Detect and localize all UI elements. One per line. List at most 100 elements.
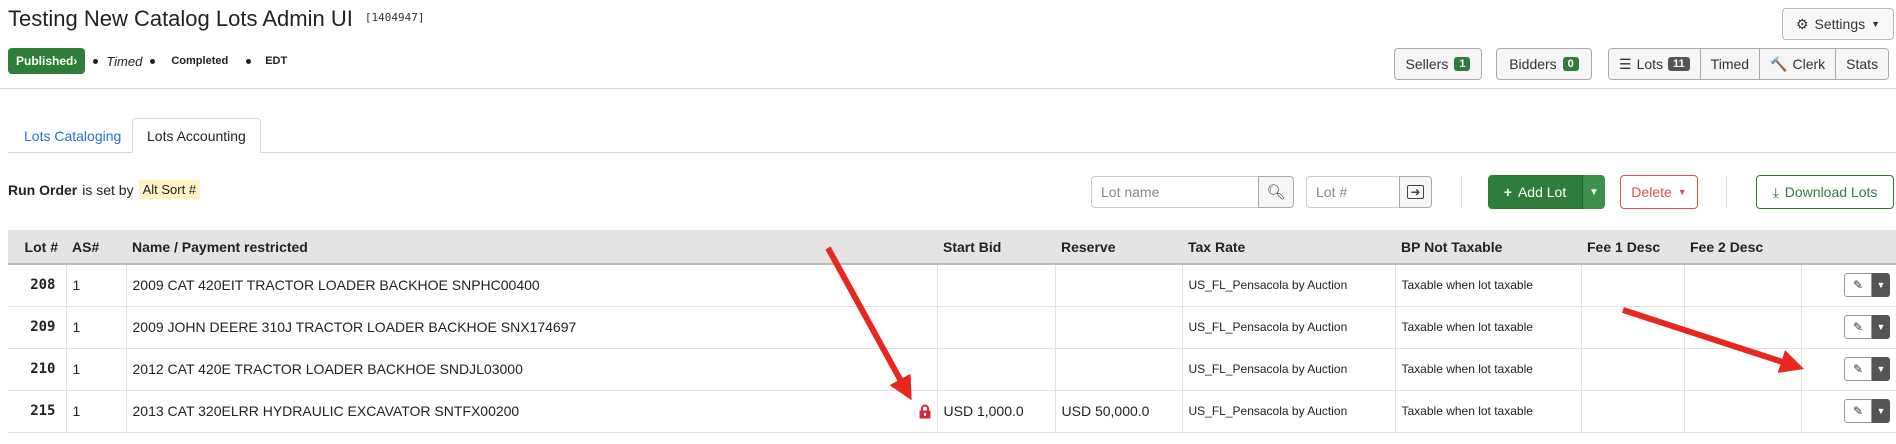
table-row[interactable]: 209 1 2009 JOHN DEERE 310J TRACTOR LOADER … (8, 306, 1896, 349)
bidders-label: Bidders (1509, 56, 1557, 72)
clerk-label: Clerk (1792, 56, 1826, 72)
row-actions-dropdown[interactable]: ▼ (1872, 315, 1890, 339)
lock-icon (919, 404, 930, 418)
search-button[interactable]: 🔍︎ (1258, 176, 1294, 208)
list-icon: ☰ (1619, 55, 1632, 72)
cell-start-bid (937, 306, 1056, 349)
edit-button[interactable]: ✎ (1844, 273, 1872, 298)
tab-lots-accounting[interactable]: Lots Accounting (132, 118, 261, 153)
lots-label: Lots (1636, 56, 1664, 72)
col-lot-num[interactable]: Lot # (8, 230, 66, 265)
status-timed: Timed (106, 53, 143, 69)
col-fee1-desc[interactable]: Fee 1 Desc (1581, 230, 1684, 265)
bidders-button[interactable]: Bidders 0 (1496, 48, 1592, 80)
page-title: Testing New Catalog Lots Admin UI [140494… (8, 6, 424, 32)
status-timezone: EDT (265, 55, 288, 67)
settings-button[interactable]: ⚙ Settings ▼ (1782, 8, 1894, 40)
lots-count: 11 (1668, 57, 1690, 71)
col-reserve[interactable]: Reserve (1055, 230, 1182, 265)
delete-button[interactable]: Delete ▼ (1620, 175, 1698, 209)
cell-actions: ✎ ▼ (1801, 264, 1896, 307)
table-row[interactable]: 210 1 2012 CAT 420E TRACTOR LOADER BACKHOE… (8, 348, 1896, 391)
lot-number-input[interactable]: Lot # (1306, 176, 1400, 208)
bullet-icon (93, 58, 99, 64)
cell-reserve: USD 50,000.0 (1055, 390, 1183, 433)
run-order-text: is set by (82, 181, 134, 198)
cell-tax-rate: US_FL_Pensacola by Auction (1182, 264, 1396, 307)
add-lot-button[interactable]: + Add Lot (1488, 175, 1582, 209)
sellers-count: 1 (1454, 57, 1471, 71)
lot-name: 2009 CAT 420EIT TRACTOR LOADER BACKHOE S… (132, 277, 540, 294)
cell-fee1-desc (1581, 264, 1685, 307)
cell-start-bid (937, 348, 1056, 391)
alt-sort-badge: Alt Sort # (138, 180, 201, 199)
edit-button[interactable]: ✎ (1844, 399, 1872, 423)
lots-button[interactable]: ☰ Lots 11 (1609, 49, 1700, 79)
cell-lot-num: 208 (8, 264, 67, 307)
cell-actions: ✎ ▼ (1801, 348, 1896, 391)
row-actions-dropdown[interactable]: ▼ (1872, 273, 1890, 298)
cell-bp-not-taxable: Taxable when lot taxable (1395, 390, 1582, 433)
timed-button[interactable]: Timed (1699, 49, 1760, 79)
stats-button[interactable]: Stats (1835, 49, 1889, 79)
edit-icon: ✎ (1852, 404, 1864, 418)
col-name[interactable]: Name / Payment restricted (126, 230, 937, 265)
tab-lots-cataloging[interactable]: Lots Cataloging (10, 118, 135, 153)
table-header-row: Lot # AS# Name / Payment restricted Star… (8, 230, 1896, 265)
cell-as-num: 1 (66, 306, 127, 349)
lot-name-search-input[interactable]: Lot name (1091, 176, 1259, 208)
status-row: Published› Timed Completed EDT (8, 48, 287, 74)
clerk-button[interactable]: 🔨 Clerk (1759, 49, 1836, 79)
settings-label: Settings (1814, 16, 1866, 32)
gear-icon: ⚙ (1795, 15, 1809, 32)
cell-lot-num: 209 (8, 306, 67, 349)
toolbar-separator (1461, 176, 1462, 208)
caret-down-icon: ▼ (1876, 406, 1886, 416)
caret-down-icon: ▼ (1871, 19, 1881, 29)
col-tax-rate[interactable]: Tax Rate (1182, 230, 1395, 265)
col-actions (1801, 230, 1896, 265)
cell-fee2-desc (1684, 390, 1802, 433)
cell-fee1-desc (1581, 348, 1685, 391)
cell-reserve (1055, 264, 1183, 307)
cell-actions: ✎ ▼ (1801, 390, 1896, 433)
status-completed: Completed (171, 55, 229, 67)
bullet-icon (246, 58, 252, 64)
table-row[interactable]: 215 1 2013 CAT 320ELRR HYDRAULIC EXCAVATOR… (8, 390, 1896, 433)
bidders-count: 0 (1562, 57, 1579, 71)
cell-tax-rate: US_FL_Pensacola by Auction (1182, 348, 1396, 391)
col-fee2-desc[interactable]: Fee 2 Desc (1684, 230, 1801, 265)
arrow-right-icon: ➜ (1407, 185, 1424, 199)
go-button[interactable]: ➜ (1399, 176, 1432, 208)
published-badge[interactable]: Published› (8, 48, 86, 74)
edit-button[interactable]: ✎ (1844, 315, 1872, 339)
caret-down-icon: ▼ (1876, 364, 1886, 374)
lot-name: 2013 CAT 320ELRR HYDRAULIC EXCAVATOR SNT… (132, 403, 520, 419)
col-as-num[interactable]: AS# (66, 230, 126, 265)
auction-title: Testing New Catalog Lots Admin UI (8, 6, 353, 31)
run-order-label: Run Order (8, 181, 78, 198)
header-divider (0, 88, 1896, 89)
add-lot-dropdown-button[interactable]: ▼ (1582, 175, 1605, 209)
cell-name: 2009 JOHN DEERE 310J TRACTOR LOADER BACK… (126, 306, 938, 349)
cell-name: 2013 CAT 320ELRR HYDRAULIC EXCAVATOR SNT… (126, 390, 938, 433)
sellers-button[interactable]: Sellers 1 (1394, 48, 1482, 80)
table-row[interactable]: 208 1 2009 CAT 420EIT TRACTOR LOADER BACKH… (8, 264, 1896, 307)
cell-bp-not-taxable: Taxable when lot taxable (1395, 348, 1582, 391)
cell-start-bid: USD 1,000.0 (937, 390, 1056, 433)
cell-fee2-desc (1684, 264, 1802, 307)
edit-button[interactable]: ✎ (1844, 357, 1872, 381)
cell-actions: ✎ ▼ (1801, 306, 1896, 349)
cell-as-num: 1 (66, 348, 127, 391)
row-actions-dropdown[interactable]: ▼ (1872, 357, 1890, 381)
download-lots-button[interactable]: ⤓ Download Lots (1756, 175, 1894, 209)
cell-lot-num: 215 (8, 390, 67, 433)
download-label: Download Lots (1784, 184, 1878, 200)
run-order-info: Run Order is set by Alt Sort # (8, 180, 201, 199)
row-actions-dropdown[interactable]: ▼ (1872, 399, 1890, 423)
cell-as-num: 1 (66, 264, 127, 307)
col-bp-not-taxable[interactable]: BP Not Taxable (1395, 230, 1581, 265)
auction-id: [1404947] (364, 11, 425, 24)
col-start-bid[interactable]: Start Bid (937, 230, 1055, 265)
edit-icon: ✎ (1852, 362, 1864, 376)
